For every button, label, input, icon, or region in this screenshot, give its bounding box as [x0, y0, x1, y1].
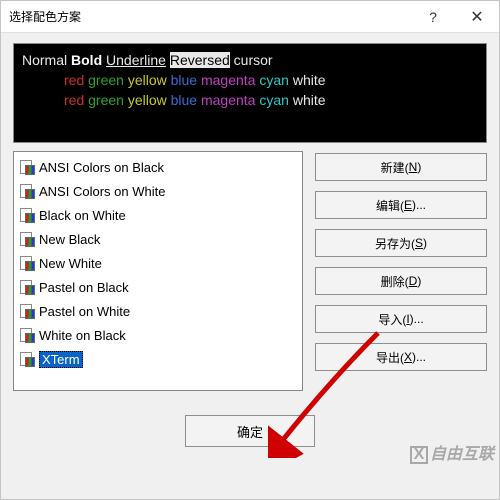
list-item-label: White on Black	[39, 328, 126, 343]
side-buttons: 新建(N) 编辑(E)... 另存为(S) 删除(D) 导入(I)... 导出(…	[315, 151, 487, 391]
scheme-file-icon	[19, 303, 35, 319]
import-button[interactable]: 导入(I)...	[315, 305, 487, 333]
scheme-file-icon	[19, 231, 35, 247]
export-button[interactable]: 导出(X)...	[315, 343, 487, 371]
saveas-button[interactable]: 另存为(S)	[315, 229, 487, 257]
list-item[interactable]: New Black	[17, 227, 299, 251]
list-item[interactable]: ANSI Colors on Black	[17, 155, 299, 179]
titlebar: 选择配色方案 ? ✕	[1, 1, 499, 33]
list-item-label: New Black	[39, 232, 100, 247]
list-item[interactable]: ANSI Colors on White	[17, 179, 299, 203]
list-item[interactable]: Pastel on White	[17, 299, 299, 323]
list-item[interactable]: XTerm	[17, 347, 299, 371]
preview-line-styles: Normal Bold Underline Reversed cursor	[22, 50, 478, 70]
edit-button[interactable]: 编辑(E)...	[315, 191, 487, 219]
list-item-label: ANSI Colors on White	[39, 184, 165, 199]
list-item[interactable]: New White	[17, 251, 299, 275]
new-button[interactable]: 新建(N)	[315, 153, 487, 181]
scheme-file-icon	[19, 159, 35, 175]
preview-line-colors-2: red green yellow blue magenta cyan white	[64, 90, 478, 110]
list-item-label: ANSI Colors on Black	[39, 160, 164, 175]
close-button[interactable]: ✕	[455, 1, 499, 32]
list-item-label: Pastel on Black	[39, 280, 129, 295]
list-item-label: Black on White	[39, 208, 126, 223]
help-button[interactable]: ?	[411, 1, 455, 32]
ok-button[interactable]: 确定	[185, 415, 315, 447]
scheme-file-icon	[19, 327, 35, 343]
scheme-file-icon	[19, 351, 35, 367]
delete-button[interactable]: 删除(D)	[315, 267, 487, 295]
window-title: 选择配色方案	[9, 8, 411, 25]
color-scheme-dialog: 选择配色方案 ? ✕ Normal Bold Underline Reverse…	[0, 0, 500, 500]
preview-pane: Normal Bold Underline Reversed cursor re…	[13, 43, 487, 143]
list-item-label: New White	[39, 256, 102, 271]
scheme-file-icon	[19, 279, 35, 295]
list-item-label: XTerm	[39, 351, 83, 368]
list-item[interactable]: Black on White	[17, 203, 299, 227]
list-item-label: Pastel on White	[39, 304, 130, 319]
dialog-footer: 确定	[1, 415, 499, 447]
list-item[interactable]: White on Black	[17, 323, 299, 347]
scheme-file-icon	[19, 255, 35, 271]
list-item[interactable]: Pastel on Black	[17, 275, 299, 299]
scheme-file-icon	[19, 183, 35, 199]
preview-line-colors-1: red green yellow blue magenta cyan white	[64, 70, 478, 90]
scheme-listbox[interactable]: ANSI Colors on Black ANSI Colors on White…	[13, 151, 303, 391]
scheme-file-icon	[19, 207, 35, 223]
